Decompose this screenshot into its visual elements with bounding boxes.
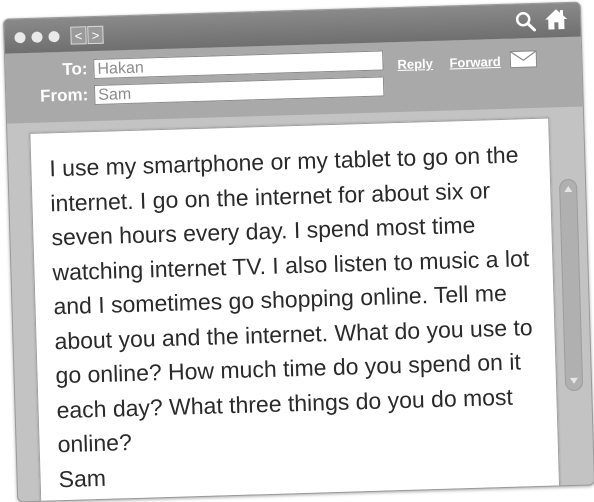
to-label: To: xyxy=(62,59,88,79)
search-icon[interactable] xyxy=(514,10,537,33)
scrollbar[interactable] xyxy=(558,178,584,392)
forward-nav-button[interactable]: > xyxy=(87,25,104,45)
window-maximize-dot[interactable] xyxy=(48,31,60,43)
message-body: I use my smartphone or my tablet to go o… xyxy=(29,117,561,502)
back-button[interactable]: < xyxy=(70,26,87,45)
reply-link[interactable]: Reply xyxy=(397,56,433,72)
to-field[interactable]: Hakan xyxy=(93,50,384,80)
forward-link[interactable]: Forward xyxy=(449,54,501,71)
home-icon[interactable] xyxy=(544,7,569,32)
message-text: I use my smartphone or my tablet to go o… xyxy=(49,141,533,458)
window-close-dot[interactable] xyxy=(14,32,26,44)
stage: < > To: Hakan From: Sam Reply Forward I … xyxy=(0,0,594,502)
message-signature: Sam xyxy=(58,464,107,493)
from-field[interactable]: Sam xyxy=(93,76,385,106)
envelope-icon[interactable] xyxy=(509,50,538,69)
scroll-up-icon[interactable] xyxy=(564,185,573,193)
window-minimize-dot[interactable] xyxy=(31,31,43,43)
email-window: < > To: Hakan From: Sam Reply Forward I … xyxy=(2,1,594,502)
scroll-down-icon[interactable] xyxy=(569,377,579,385)
from-label: From: xyxy=(39,85,89,106)
